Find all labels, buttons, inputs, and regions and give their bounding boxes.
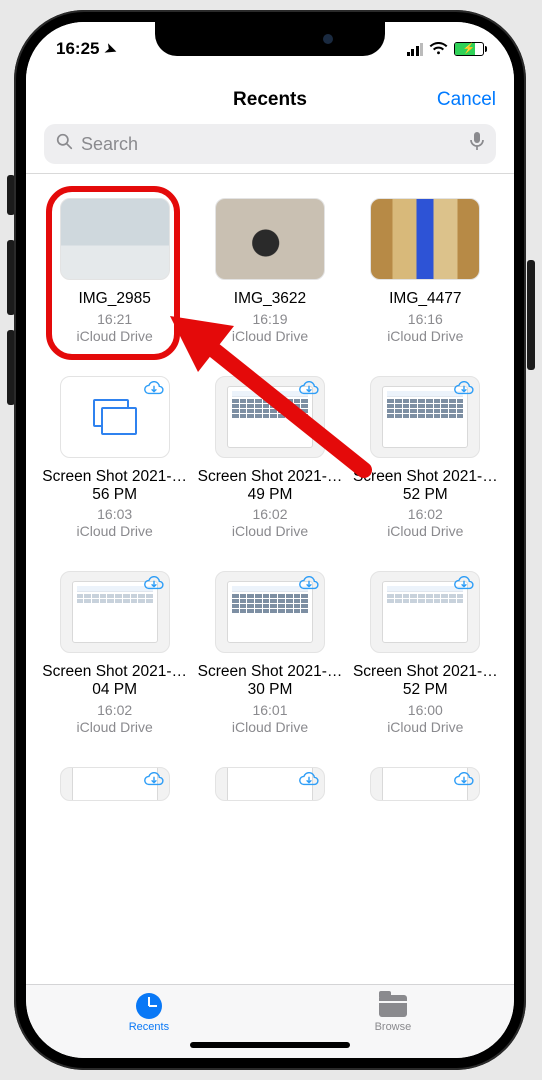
cloud-download-icon	[143, 381, 165, 397]
file-location: iCloud Drive	[77, 719, 153, 735]
search-bar[interactable]	[44, 124, 496, 164]
folder-icon	[378, 993, 408, 1019]
search-icon	[56, 133, 73, 155]
file-location: iCloud Drive	[77, 328, 153, 344]
file-location: iCloud Drive	[232, 523, 308, 539]
mic-icon[interactable]	[470, 132, 484, 156]
file-name: IMG_2985	[78, 290, 150, 308]
file-item[interactable]: Screen Shot 2021-…49 PM 16:02 iCloud Dri…	[195, 376, 344, 566]
file-thumbnail	[370, 198, 480, 280]
cloud-download-icon	[143, 772, 165, 788]
file-name: Screen Shot 2021-…30 PM	[195, 663, 344, 699]
file-location: iCloud Drive	[387, 523, 463, 539]
file-item[interactable]	[351, 767, 500, 827]
tab-recents[interactable]: Recents	[129, 993, 169, 1033]
tab-label: Recents	[129, 1021, 169, 1033]
file-location: iCloud Drive	[387, 328, 463, 344]
file-name: Screen Shot 2021-…49 PM	[195, 468, 344, 504]
file-name: Screen Shot 2021-…52 PM	[351, 663, 500, 699]
location-icon: ➤	[103, 39, 120, 59]
file-grid: IMG_2985 16:21 iCloud Drive IMG_3622 16:…	[40, 198, 500, 827]
page-title: Recents	[233, 89, 307, 111]
file-time: 16:03	[97, 506, 132, 522]
nav-header: Recents Cancel	[26, 76, 514, 174]
file-thumbnail	[215, 376, 325, 458]
file-thumbnail	[370, 376, 480, 458]
home-indicator[interactable]	[190, 1042, 350, 1048]
file-location: iCloud Drive	[77, 523, 153, 539]
cancel-button[interactable]: Cancel	[437, 89, 496, 111]
file-thumbnail	[60, 376, 170, 458]
file-name: Screen Shot 2021-…52 PM	[351, 468, 500, 504]
file-thumbnail	[60, 767, 170, 801]
file-time: 16:19	[252, 311, 287, 327]
file-thumbnail	[370, 571, 480, 653]
cellular-icon	[407, 43, 424, 56]
screen: 16:25 ➤ ⚡ Recents Cancel	[26, 22, 514, 1058]
file-name: Screen Shot 2021-…04 PM	[40, 663, 189, 699]
file-time: 16:02	[408, 506, 443, 522]
file-item[interactable]: Screen Shot 2021-…04 PM 16:02 iCloud Dri…	[40, 571, 189, 761]
cloud-download-icon	[453, 381, 475, 397]
cloud-download-icon	[298, 381, 320, 397]
file-thumbnail	[215, 571, 325, 653]
file-item[interactable]: Screen Shot 2021-…30 PM 16:01 iCloud Dri…	[195, 571, 344, 761]
file-name: IMG_4477	[389, 290, 461, 308]
file-item[interactable]: IMG_4477 16:16 iCloud Drive	[351, 198, 500, 370]
cloud-download-icon	[453, 576, 475, 592]
file-thumbnail	[215, 198, 325, 280]
cloud-download-icon	[143, 576, 165, 592]
file-thumbnail	[60, 571, 170, 653]
file-item[interactable]	[195, 767, 344, 827]
file-location: iCloud Drive	[232, 328, 308, 344]
file-location: iCloud Drive	[232, 719, 308, 735]
file-time: 16:02	[97, 702, 132, 718]
file-time: 16:01	[252, 702, 287, 718]
file-grid-container: IMG_2985 16:21 iCloud Drive IMG_3622 16:…	[26, 174, 514, 984]
cloud-download-icon	[298, 772, 320, 788]
file-location: iCloud Drive	[387, 719, 463, 735]
cloud-download-icon	[298, 576, 320, 592]
file-item[interactable]: Screen Shot 2021-…52 PM 16:02 iCloud Dri…	[351, 376, 500, 566]
file-item[interactable]: Screen Shot 2021-…52 PM 16:00 iCloud Dri…	[351, 571, 500, 761]
wifi-icon	[429, 42, 448, 56]
search-input[interactable]	[81, 134, 462, 155]
file-time: 16:02	[252, 506, 287, 522]
file-item[interactable]: IMG_2985 16:21 iCloud Drive	[40, 198, 189, 370]
file-time: 16:21	[97, 311, 132, 327]
notch	[155, 22, 385, 56]
file-thumbnail	[370, 767, 480, 801]
tab-label: Browse	[375, 1021, 412, 1033]
file-item[interactable]: IMG_3622 16:19 iCloud Drive	[195, 198, 344, 370]
file-thumbnail	[60, 198, 170, 280]
status-time: 16:25	[56, 39, 99, 59]
file-item[interactable]: Screen Shot 2021-…56 PM 16:03 iCloud Dri…	[40, 376, 189, 566]
phone-frame: 16:25 ➤ ⚡ Recents Cancel	[14, 10, 526, 1070]
file-name: IMG_3622	[234, 290, 306, 308]
power-button	[527, 260, 535, 370]
file-name: Screen Shot 2021-…56 PM	[40, 468, 189, 504]
file-time: 16:16	[408, 311, 443, 327]
battery-icon: ⚡	[454, 42, 484, 56]
cloud-download-icon	[453, 772, 475, 788]
file-item[interactable]	[40, 767, 189, 827]
file-thumbnail	[215, 767, 325, 801]
clock-icon	[134, 993, 164, 1019]
tab-browse[interactable]: Browse	[375, 993, 412, 1033]
file-time: 16:00	[408, 702, 443, 718]
